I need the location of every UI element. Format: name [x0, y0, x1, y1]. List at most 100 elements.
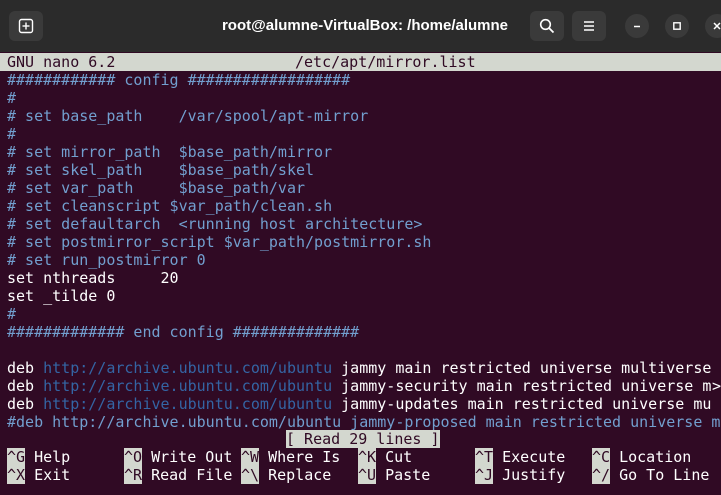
shortcut-replace[interactable]: ^\ Replace: [241, 466, 331, 484]
search-icon: [539, 18, 555, 34]
line-text: set nthreads 20: [7, 269, 179, 287]
shortcut-key: ^K: [358, 448, 377, 466]
editor-line: #deb http://archive.ubuntu.com/ubuntu ja…: [7, 413, 720, 431]
editor-line: #: [7, 89, 16, 107]
editor-line: #: [7, 305, 16, 323]
shortcut-label: Justify: [493, 466, 566, 484]
shortcut-label: Replace: [259, 466, 332, 484]
shortcut-justify[interactable]: ^J Justify: [475, 466, 565, 484]
comment-text: # set base_path /var/spool/apt-mirror: [7, 107, 369, 125]
title-bar: root@alumne-VirtualBox: /home/alumne: [0, 0, 721, 52]
shortcut-key: ^U: [358, 466, 377, 484]
close-button[interactable]: [705, 14, 721, 38]
comment-text: # set cleanscript $var_path/clean.sh: [7, 197, 333, 215]
shortcut-label: Paste: [376, 466, 431, 484]
line-text: jammy main restricted universe multivers…: [332, 359, 712, 377]
maximize-icon: [673, 22, 681, 30]
shortcut-key: ^G: [7, 448, 26, 466]
line-text: deb: [7, 377, 44, 395]
comment-text: # set run_postmirror 0: [7, 251, 206, 269]
shortcut-execute[interactable]: ^T Execute: [475, 448, 565, 466]
shortcut-key: ^X: [7, 466, 26, 484]
shortcut-key: ^R: [124, 466, 143, 484]
url-text: http://archive.ubuntu.com/ubuntu: [43, 377, 333, 395]
overflow-marker: >: [712, 377, 721, 395]
shortcut-key: ^T: [475, 448, 494, 466]
shortcut-read-file[interactable]: ^R Read File: [124, 466, 232, 484]
comment-text: # set postmirror_script $var_path/postmi…: [7, 233, 432, 251]
shortcut-paste[interactable]: ^U Paste: [358, 466, 430, 484]
shortcut-go-to-line[interactable]: ^/ Go To Line: [592, 466, 709, 484]
terminal-window: root@alumne-VirtualBox: /home/alumne GNU…: [0, 0, 721, 495]
shortcut-label: Exit: [25, 466, 71, 484]
shortcut-exit[interactable]: ^X Exit: [7, 466, 70, 484]
shortcut-label: Cut: [376, 448, 413, 466]
comment-text: #: [7, 305, 17, 323]
nano-version: GNU nano 6.2: [7, 53, 116, 71]
editor-line: # set skel_path $base_path/skel: [7, 161, 314, 179]
line-text: deb: [7, 395, 44, 413]
search-button[interactable]: [530, 11, 564, 41]
minimize-icon: [634, 25, 640, 28]
editor-line: deb http://archive.ubuntu.com/ubuntu jam…: [7, 377, 720, 395]
shortcut-label: Read File: [142, 466, 233, 484]
editor-line: ############# end config ##############: [7, 323, 359, 341]
window-title: root@alumne-VirtualBox: /home/alumne: [221, 17, 509, 34]
shortcut-label: Where Is: [259, 448, 341, 466]
comment-text: ############ config ##################: [7, 71, 351, 89]
comment-text: # set var_path $base_path/var: [7, 179, 306, 197]
comment-text: #: [7, 125, 17, 143]
shortcut-key: ^W: [241, 448, 260, 466]
editor-line: ############ config ##################: [7, 71, 350, 89]
shortcut-where-is[interactable]: ^W Where Is: [241, 448, 340, 466]
editor-line: #: [7, 125, 16, 143]
terminal-content[interactable]: GNU nano 6.2 /etc/apt/mirror.list ######…: [0, 52, 721, 495]
shortcut-location[interactable]: ^C Location: [592, 448, 691, 466]
shortcut-label: Location: [610, 448, 692, 466]
shortcut-key: ^C: [592, 448, 611, 466]
line-text: deb: [7, 359, 44, 377]
editor-line: # set var_path $base_path/var: [7, 179, 305, 197]
line-text: jammy-security main restricted universe …: [332, 377, 721, 395]
line-text: jammy-updates main restricted universe m…: [332, 395, 712, 413]
editor-line: deb http://archive.ubuntu.com/ubuntu jam…: [7, 395, 711, 413]
comment-text: # set mirror_path $base_path/mirror: [7, 143, 333, 161]
status-message: [ Read 29 lines ]: [286, 430, 440, 448]
editor-line: # set base_path /var/spool/apt-mirror: [7, 107, 368, 125]
shortcut-key: ^J: [475, 466, 494, 484]
comment-text: # set defaultarch <running host architec…: [7, 215, 423, 233]
nano-filename: /etc/apt/mirror.list: [295, 53, 476, 71]
comment-text: ############# end config ##############: [7, 323, 360, 341]
maximize-button[interactable]: [665, 14, 689, 38]
comment-text: # set skel_path $base_path/skel: [7, 161, 315, 179]
shortcut-label: Go To Line: [610, 466, 710, 484]
url-text: http://archive.ubuntu.com/ubuntu: [43, 359, 333, 377]
editor-line: deb http://archive.ubuntu.com/ubuntu jam…: [7, 359, 711, 377]
editor-line: # set cleanscript $var_path/clean.sh: [7, 197, 332, 215]
editor-line: set _tilde 0: [7, 287, 115, 305]
shortcut-label: Execute: [493, 448, 566, 466]
editor-line: # set defaultarch <running host architec…: [7, 215, 422, 233]
shortcut-label: Write Out: [142, 448, 233, 466]
shortcut-key: ^/: [592, 466, 611, 484]
shortcut-key: ^\: [241, 466, 260, 484]
close-icon: [713, 22, 721, 30]
shortcut-write-out[interactable]: ^O Write Out: [124, 448, 232, 466]
menu-button[interactable]: [572, 11, 606, 41]
hamburger-menu-icon: [584, 21, 594, 31]
comment-text: #deb http://archive.ubuntu.com/ubuntu ja…: [7, 413, 721, 431]
url-text: http://archive.ubuntu.com/ubuntu: [43, 395, 333, 413]
comment-text: #: [7, 89, 17, 107]
shortcut-help[interactable]: ^G Help: [7, 448, 70, 466]
line-text: set _tilde 0: [7, 287, 116, 305]
shortcut-key: ^O: [124, 448, 143, 466]
shortcut-label: Help: [25, 448, 71, 466]
minimize-button[interactable]: [625, 14, 649, 38]
editor-line: # set mirror_path $base_path/mirror: [7, 143, 332, 161]
nano-header-bar: GNU nano 6.2 /etc/apt/mirror.list: [0, 53, 721, 71]
new-tab-icon: [18, 18, 34, 34]
shortcut-cut[interactable]: ^K Cut: [358, 448, 412, 466]
editor-line: # set run_postmirror 0: [7, 251, 206, 269]
new-tab-button[interactable]: [9, 11, 43, 41]
editor-line: # set postmirror_script $var_path/postmi…: [7, 233, 431, 251]
